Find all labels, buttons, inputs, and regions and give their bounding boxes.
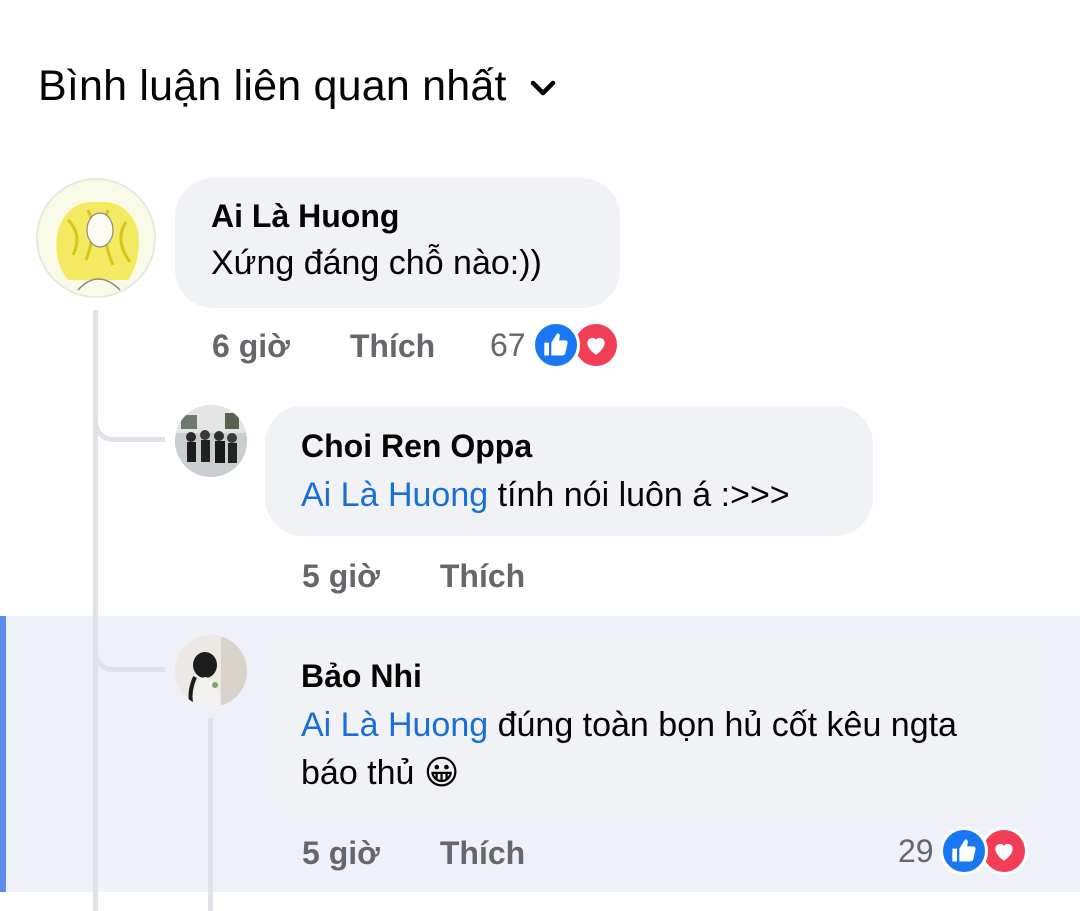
mention-link[interactable]: Ai Là Huong [301,476,488,514]
reaction-summary[interactable]: 29 [898,827,1028,875]
comment-body: tính nói luôn á :>>> [488,476,790,514]
reaction-count: 67 [490,326,526,363]
comment-bubble: Ai Là Huong Xứng đáng chỗ nào:)) [175,178,620,308]
like-button[interactable]: Thích [440,558,525,595]
like-icon [531,321,580,369]
thread-connector-2 [93,630,165,672]
mention-link[interactable]: Ai Là Huong [301,706,488,744]
comment-actions: 6 giờ Thích [212,328,435,365]
grinning-emoji: 😀 [423,754,460,792]
comment-time[interactable]: 5 giờ [302,835,380,872]
highlight-indicator [0,616,6,892]
like-button[interactable]: Thích [440,835,525,872]
comment-bubble: Choi Ren Oppa Ai Là Huong tính nói luôn … [265,406,873,536]
comment-actions: 5 giờ Thích [302,835,525,872]
thread-line-sub [208,718,213,911]
comment-time[interactable]: 6 giờ [212,328,290,365]
like-icon [939,827,988,875]
comment-bubble: Bảo Nhi Ai Là Huong đúng toàn bọn hủ cốt… [265,636,1045,814]
comment-author[interactable]: Ai Là Huong [211,198,584,235]
comment-author[interactable]: Bảo Nhi [301,658,1009,695]
chevron-down-icon [530,80,555,95]
sort-label: Bình luận liên quan nhất [38,62,507,110]
reaction-summary[interactable]: 67 [490,321,620,369]
comment-text: Ai Là Huong tính nói luôn á :>>> [301,471,837,519]
like-button[interactable]: Thích [350,328,435,365]
comment-sort-dropdown[interactable]: Bình luận liên quan nhất [38,62,559,111]
reaction-count: 29 [898,832,934,869]
comment-author[interactable]: Choi Ren Oppa [301,428,837,465]
avatar[interactable] [175,635,247,707]
comment-actions: 5 giờ Thích [302,558,525,595]
comment-time[interactable]: 5 giờ [302,558,380,595]
avatar[interactable] [175,405,247,477]
thread-connector-1 [93,400,165,442]
comment-text: Xứng đáng chỗ nào:)) [211,244,542,282]
avatar[interactable] [36,178,156,298]
comment-text: Ai Là Huong đúng toàn bọn hủ cốt kêu ngt… [301,701,961,797]
